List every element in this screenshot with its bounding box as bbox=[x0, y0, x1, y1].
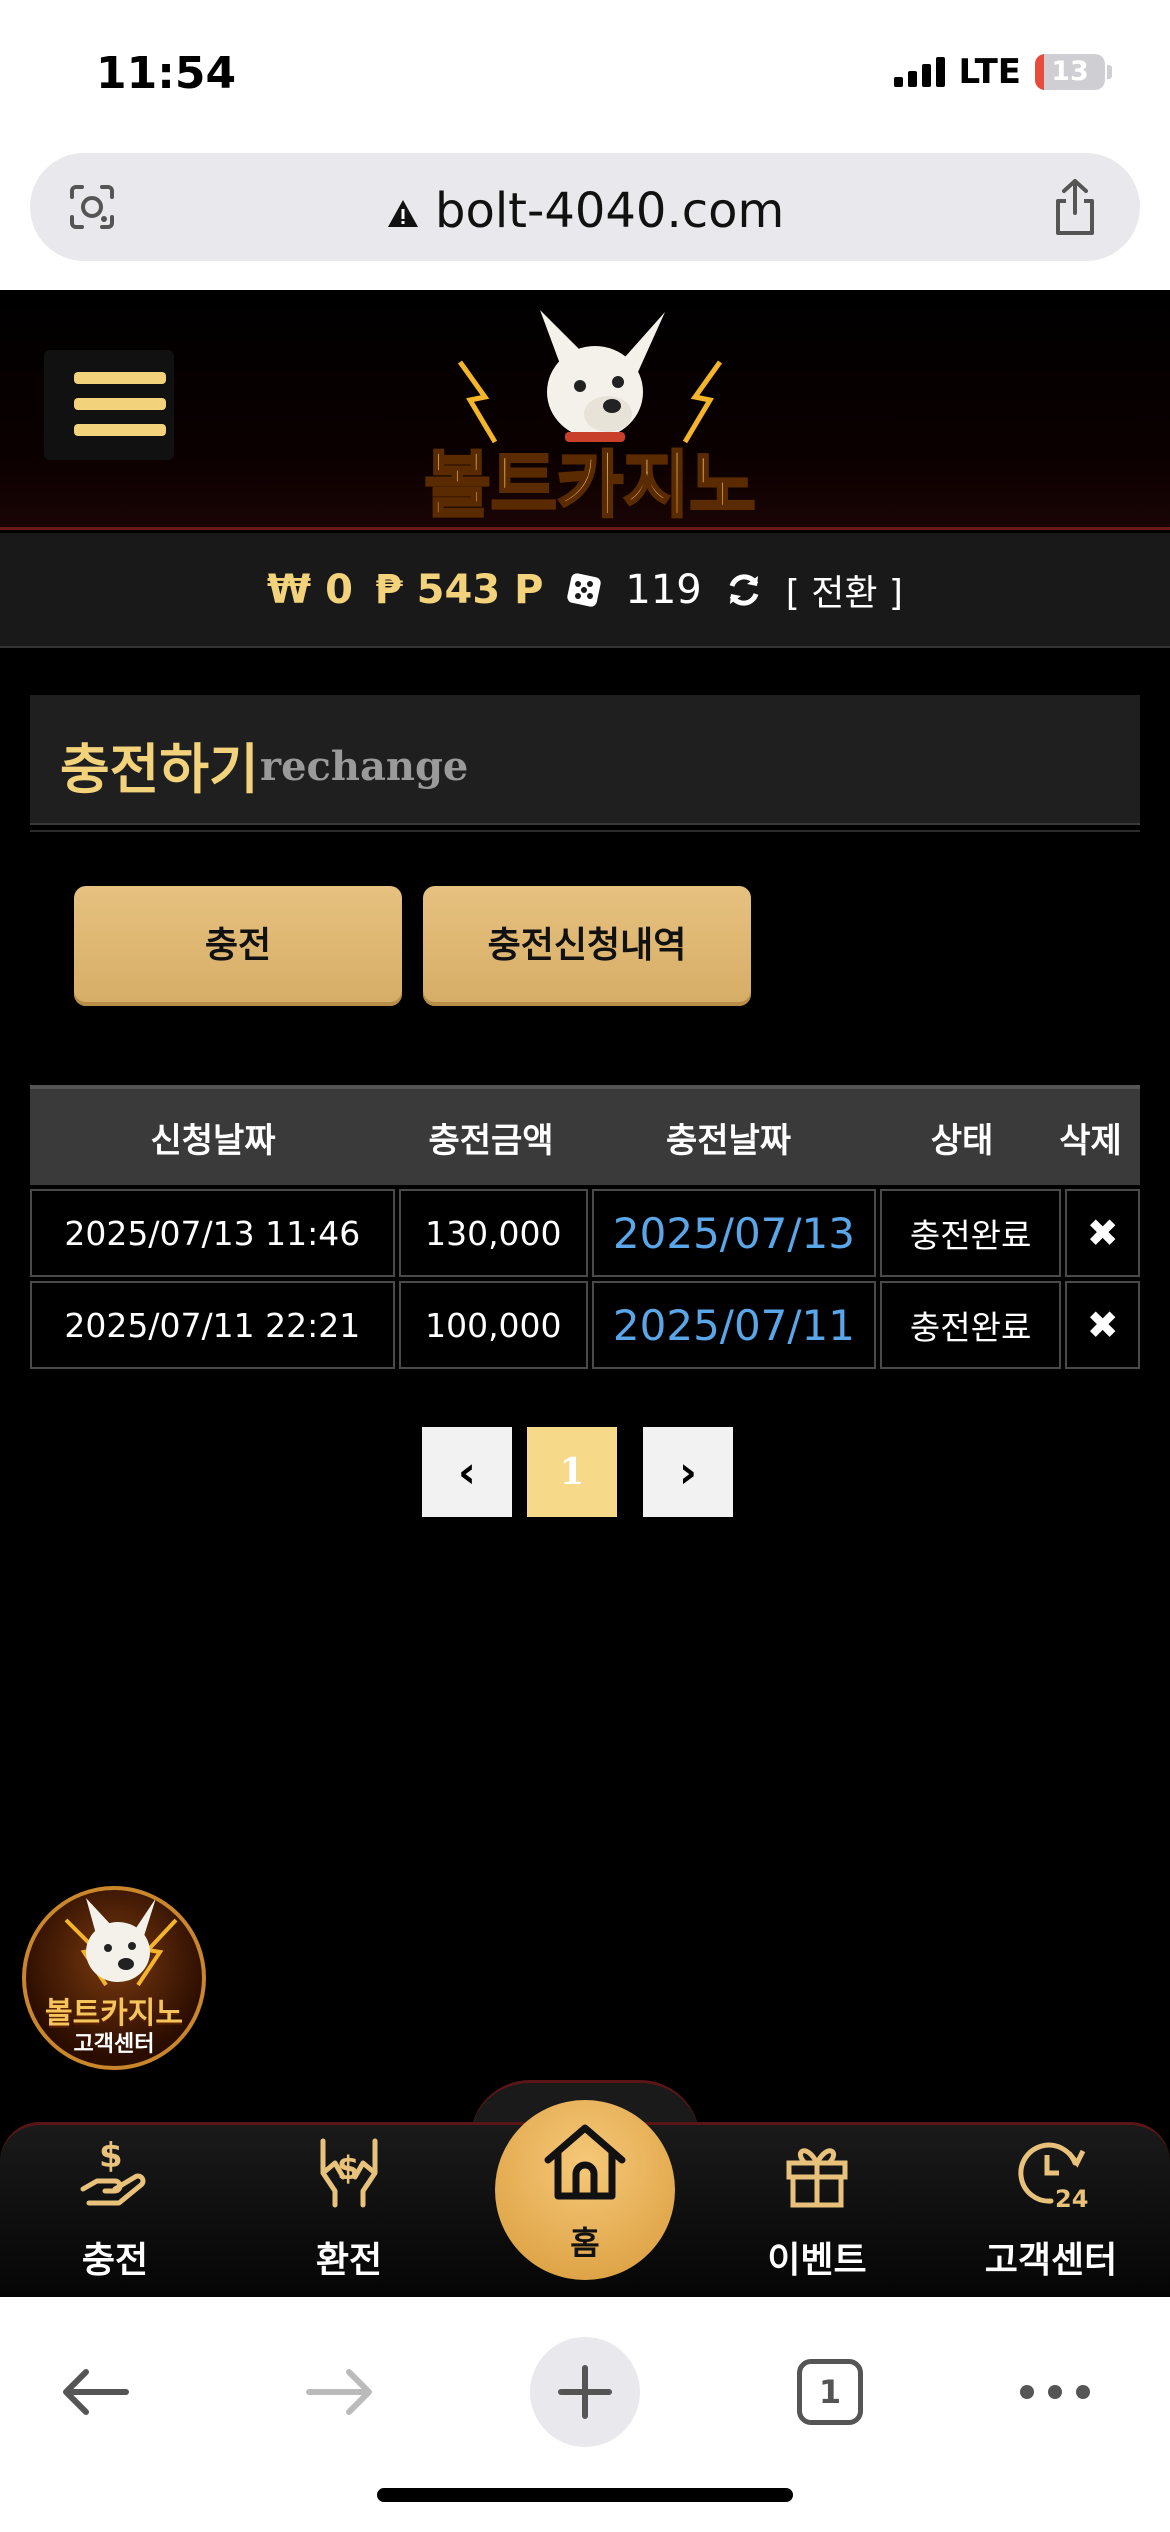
deposit-hand-icon: $ bbox=[80, 2136, 146, 2206]
dog-mascot-icon bbox=[64, 1898, 178, 1987]
delete-button[interactable]: ✖ bbox=[1065, 1189, 1140, 1277]
network-type: LTE bbox=[958, 52, 1021, 92]
tabs-button[interactable]: 1 bbox=[775, 2337, 885, 2447]
arrow-left-icon bbox=[63, 2369, 129, 2415]
back-button[interactable] bbox=[40, 2337, 150, 2447]
customer-center-badge[interactable]: 볼트카지노 고객센터 bbox=[22, 1886, 206, 2070]
browser-address-area: bolt-4040.com bbox=[0, 145, 1170, 290]
page-title: 충전하기 bbox=[60, 738, 259, 801]
nav-label: 충전 bbox=[81, 2240, 149, 2281]
url-text: bolt-4040.com bbox=[435, 183, 785, 239]
warning-icon bbox=[387, 200, 418, 227]
convert-button[interactable]: [ 전환 ] bbox=[786, 564, 903, 616]
url-display[interactable]: bolt-4040.com bbox=[30, 183, 1140, 239]
svg-text:$: $ bbox=[99, 2136, 123, 2176]
point-balance: ₱ 543 P bbox=[374, 566, 544, 613]
plus-icon bbox=[558, 2365, 612, 2419]
site-logo[interactable]: 볼트카지노 bbox=[390, 302, 790, 522]
cs-badge-subtitle: 고객센터 bbox=[73, 2032, 155, 2057]
svg-text:24: 24 bbox=[1055, 2185, 1088, 2213]
share-icon[interactable] bbox=[1050, 177, 1100, 237]
amount-cell: 130,000 bbox=[398, 1189, 588, 1277]
divider bbox=[30, 830, 1140, 832]
battery-icon: 13 bbox=[1035, 54, 1105, 90]
nav-item-event[interactable]: 이벤트 bbox=[732, 2125, 902, 2300]
dice-balance: 119 bbox=[625, 566, 702, 613]
next-page-button[interactable]: › bbox=[643, 1427, 733, 1517]
status-cell: 충전완료 bbox=[879, 1281, 1062, 1369]
home-indicator bbox=[377, 2488, 793, 2502]
battery-tip bbox=[1107, 65, 1112, 79]
refresh-icon[interactable] bbox=[724, 570, 764, 610]
support-24-icon: 24 bbox=[1018, 2142, 1088, 2213]
won-balance: ₩ 0 bbox=[267, 566, 353, 613]
site-header: 볼트카지노 bbox=[0, 290, 1170, 530]
table-row: 2025/07/11 22:21 100,000 2025/07/11 충전완료… bbox=[30, 1281, 1140, 1369]
status-indicators: LTE 13 bbox=[893, 52, 1112, 92]
charge-history-table: 신청날짜 충전금액 충전날짜 상태 삭제 2025/07/13 11:46 13… bbox=[30, 1085, 1140, 1369]
more-dots-icon bbox=[1020, 2385, 1090, 2399]
balance-bar: ₩ 0 ₱ 543 P 119 [ 전환 ] bbox=[0, 533, 1170, 648]
nav-label: 홈 bbox=[570, 2224, 600, 2262]
current-page-button[interactable]: 1 bbox=[527, 1427, 617, 1517]
table-row: 2025/07/13 11:46 130,000 2025/07/13 충전완료… bbox=[30, 1189, 1140, 1277]
status-time: 11:54 bbox=[96, 48, 237, 99]
col-charge-date: 충전날짜 bbox=[665, 1120, 792, 1161]
logo-text: 볼트카지노 bbox=[424, 443, 755, 522]
nav-item-deposit[interactable]: $ 충전 bbox=[30, 2125, 200, 2300]
charge-button[interactable]: 충전 bbox=[74, 886, 402, 1006]
dice-icon bbox=[567, 572, 602, 607]
status-cell: 충전완료 bbox=[879, 1189, 1062, 1277]
more-button[interactable] bbox=[1000, 2337, 1110, 2447]
address-bar[interactable]: bolt-4040.com bbox=[30, 153, 1140, 261]
charge-date-cell: 2025/07/11 bbox=[591, 1281, 876, 1369]
table-header: 신청날짜 충전금액 충전날짜 상태 삭제 bbox=[30, 1085, 1140, 1185]
nav-item-support[interactable]: 24 고객센터 bbox=[966, 2125, 1136, 2300]
tab-count: 1 bbox=[797, 2359, 863, 2425]
charge-history-button[interactable]: 충전신청내역 bbox=[423, 886, 751, 1006]
prev-page-button[interactable]: ‹ bbox=[422, 1427, 512, 1517]
nav-item-exchange[interactable]: $ 환전 bbox=[264, 2125, 434, 2300]
page-subtitle: rechange bbox=[260, 743, 469, 790]
nav-label: 이벤트 bbox=[767, 2240, 867, 2281]
nav-item-home[interactable]: 홈 bbox=[495, 2100, 675, 2280]
menu-hamburger-button[interactable] bbox=[44, 350, 174, 460]
charge-date-cell: 2025/07/13 bbox=[591, 1189, 876, 1277]
section-header: 충전하기 rechange bbox=[30, 695, 1140, 825]
new-tab-button[interactable] bbox=[530, 2337, 640, 2447]
forward-button[interactable] bbox=[285, 2337, 395, 2447]
delete-button[interactable]: ✖ bbox=[1065, 1281, 1140, 1369]
col-delete: 삭제 bbox=[1059, 1120, 1122, 1161]
nav-label: 환전 bbox=[315, 2240, 383, 2281]
amount-cell: 100,000 bbox=[398, 1281, 588, 1369]
signal-icon bbox=[893, 57, 945, 87]
nav-label: 고객센터 bbox=[984, 2240, 1118, 2281]
request-date-cell: 2025/07/11 22:21 bbox=[30, 1281, 395, 1369]
col-status: 상태 bbox=[930, 1120, 994, 1161]
col-request-date: 신청날짜 bbox=[150, 1120, 276, 1161]
home-icon bbox=[544, 2124, 626, 2200]
battery-level: 13 bbox=[1051, 56, 1089, 87]
gift-icon bbox=[786, 2148, 848, 2208]
arrow-right-icon bbox=[306, 2369, 372, 2415]
status-bar: 11:54 LTE 13 bbox=[0, 0, 1170, 145]
request-date-cell: 2025/07/13 11:46 bbox=[30, 1189, 395, 1277]
exchange-hand-icon: $ bbox=[320, 2138, 378, 2208]
col-amount: 충전금액 bbox=[428, 1120, 554, 1161]
